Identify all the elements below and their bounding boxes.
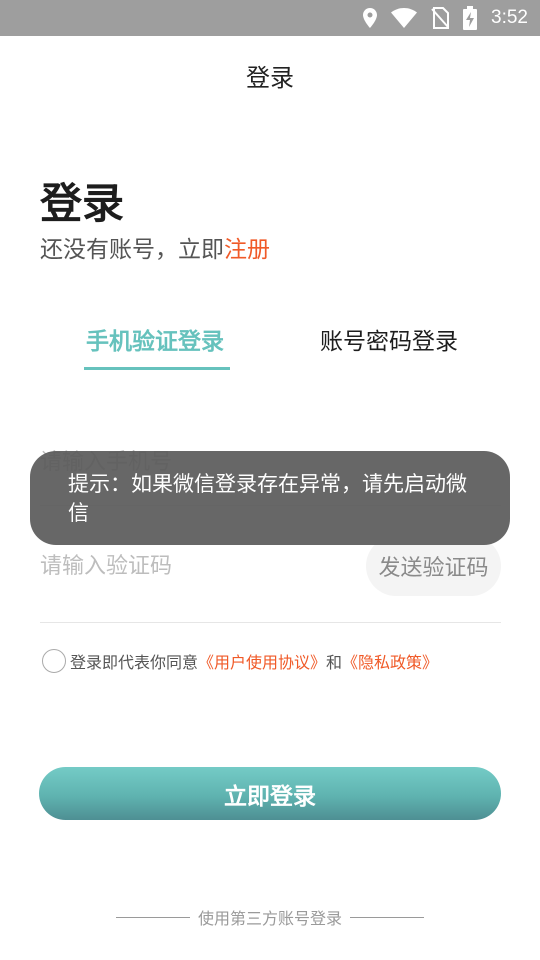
status-icons: 3:52 [363,0,528,36]
register-link[interactable]: 注册 [224,237,270,263]
verification-code-input[interactable] [40,546,340,586]
send-code-button[interactable]: 发送验证码 [366,536,501,596]
register-prompt: 还没有账号，立即注册 [40,230,270,264]
page-title: 登录 [40,179,125,228]
third-party-login-divider: 使用第三方账号登录 [0,905,540,929]
divider-line-left [115,916,190,918]
toast-message: 提示：如果微信登录存在异常，请先启动微信 [30,451,510,545]
code-input-divider [40,622,501,623]
third-party-login-label: 使用第三方账号登录 [197,909,342,928]
tab-sms-login[interactable]: 手机验证登录 [86,322,224,356]
agreement-text: 登录即代表你同意 [70,653,199,672]
register-prompt-text: 还没有账号，立即 [40,237,224,263]
no-sim-icon [431,7,450,29]
agreement-row: 登录即代表你同意 《用户使用协议》 和 《隐私政策》 [42,649,438,673]
tab-password-login[interactable]: 账号密码登录 [320,322,458,356]
nav-title: 登录 [246,64,294,92]
login-button[interactable]: 立即登录 [39,767,501,820]
battery-charging-icon [463,6,478,30]
privacy-policy-link[interactable]: 《隐私政策》 [342,649,438,673]
status-time: 3:52 [491,7,528,28]
wifi-icon [391,8,418,28]
user-agreement-link[interactable]: 《用户使用协议》 [198,649,326,673]
status-bar: 3:52 [0,0,540,36]
active-tab-indicator [84,367,230,370]
location-icon [363,8,378,28]
agreement-and-text: 和 [326,653,343,672]
agreement-checkbox[interactable] [42,649,66,673]
divider-line-right [350,916,424,918]
